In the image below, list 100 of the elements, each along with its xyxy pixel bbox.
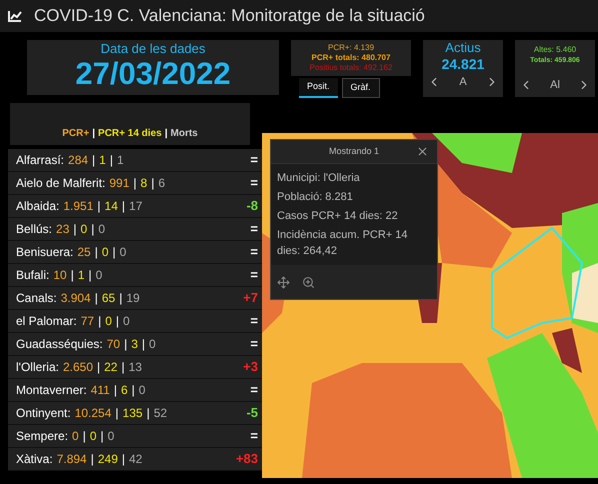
legend-label: PCR+ [62, 127, 90, 141]
discharges-count: Altes: 5.460 [534, 44, 576, 56]
deaths-value: 13 [128, 359, 142, 376]
pager-label: Al [550, 78, 560, 92]
deaths-value: 6 [158, 175, 166, 192]
separator: | [133, 175, 137, 192]
pan-button[interactable] [277, 276, 290, 288]
deaths-value: 0 [123, 313, 130, 330]
separator: | [112, 244, 116, 261]
move-icon [277, 276, 290, 288]
deaths-value: 0 [108, 428, 114, 445]
deaths-value: 17 [129, 198, 142, 215]
pcr14-value: 1 [99, 152, 106, 169]
separator: | [94, 244, 98, 261]
separator: | [92, 127, 96, 141]
change-value: +7 [243, 289, 258, 308]
pcr14-value: 249 [98, 451, 118, 468]
separator: | [164, 127, 168, 141]
deaths-value: 42 [129, 451, 142, 468]
change-value: = [250, 174, 258, 192]
pcr14-value: 14 [104, 198, 118, 215]
municipality-name: Aielo de Malferit: [16, 175, 106, 192]
change-value: = [250, 427, 258, 446]
change-value: = [250, 335, 258, 354]
active-value: 24.821 [442, 56, 484, 74]
change-value: -8 [246, 197, 258, 216]
zoom-in-icon [302, 276, 315, 288]
change-value: +3 [243, 358, 258, 376]
pcr-count: PCR+: 4.139 [328, 43, 374, 53]
separator: | [98, 313, 102, 330]
pcr14-value: 6 [120, 382, 128, 399]
date-label: Data de les dades [100, 42, 206, 55]
municipality-name: Bellús: [16, 221, 52, 238]
municipality-name: Benisuera: [16, 244, 74, 261]
change-value: = [250, 151, 258, 170]
municipality-name: Xàtiva: [16, 451, 53, 468]
municipality-name: Albaida: [16, 198, 60, 215]
date-value: 27/03/2022 [75, 54, 231, 93]
close-button[interactable] [416, 145, 429, 158]
pcr14-value: 8 [140, 175, 148, 192]
pcr14-value: 0 [90, 428, 97, 445]
separator: | [88, 267, 92, 284]
separator: | [116, 313, 119, 330]
pcr-value: 411 [90, 382, 110, 399]
pcr-value: 70 [106, 336, 120, 353]
pcr14-value: 135 [122, 405, 143, 422]
municipality-name: Bufali: [16, 267, 50, 284]
popup-text: Municipi: l'Olleria [277, 171, 361, 186]
separator: | [100, 428, 104, 445]
tab[interactable]: Gràf. [342, 78, 380, 98]
separator: | [122, 198, 126, 215]
pcr14-value: 65 [102, 290, 116, 307]
separator: | [122, 451, 125, 468]
pcr-total: PCR+ totals: 480.707 [312, 53, 390, 63]
deaths-value: 1 [116, 152, 124, 169]
pcr-value: 10 [53, 267, 67, 284]
deaths-value: 0 [98, 221, 106, 238]
pcr-value: 1.951 [63, 198, 94, 215]
separator: | [114, 382, 117, 399]
chart-icon [8, 10, 22, 22]
separator: | [92, 152, 96, 169]
pcr14-value: 22 [104, 359, 118, 376]
pcr-value: 25 [77, 244, 91, 261]
popup-text: Incidència acum. PCR+ 14 dies: 264,42 [277, 228, 409, 259]
deaths-value: 0 [96, 267, 102, 284]
separator: | [110, 152, 113, 169]
change-value: -5 [246, 404, 258, 422]
positive-total: Positius totals: 492.162 [310, 63, 392, 73]
deaths-value: 0 [149, 336, 156, 353]
popup-title: Mostrando 1 [328, 144, 380, 158]
separator: | [91, 221, 94, 238]
change-value: +83 [236, 450, 258, 468]
separator: | [142, 336, 146, 353]
close-icon [416, 145, 429, 158]
separator: | [119, 290, 122, 307]
separator: | [82, 428, 86, 445]
separator: | [94, 290, 98, 307]
separator: | [97, 198, 101, 215]
municipality-name: Sempere: [16, 428, 68, 445]
separator: | [132, 382, 135, 399]
separator: | [124, 336, 128, 353]
municipality-name: Ontinyent: [16, 405, 71, 422]
separator: | [97, 359, 100, 376]
municipality-name: Guadasséquies: [16, 336, 103, 353]
municipality-name: Alfarrasí: [16, 152, 64, 169]
change-value: = [250, 243, 258, 262]
separator: | [146, 405, 150, 422]
pcr-value: 284 [68, 152, 88, 169]
deaths-value: 0 [120, 244, 126, 261]
change-value: = [250, 381, 258, 400]
separator: | [151, 175, 154, 192]
pcr-value: 2.650 [62, 359, 93, 376]
pcr14-value: 3 [131, 336, 138, 353]
deaths-value: 0 [138, 382, 146, 399]
municipality-name: l'Olleria: [16, 359, 59, 376]
zoom-button[interactable] [302, 276, 315, 288]
separator: | [73, 221, 77, 238]
tab[interactable]: Posit. [299, 78, 338, 98]
municipality-name: Montaverner: [16, 382, 87, 399]
separator: | [121, 359, 125, 376]
